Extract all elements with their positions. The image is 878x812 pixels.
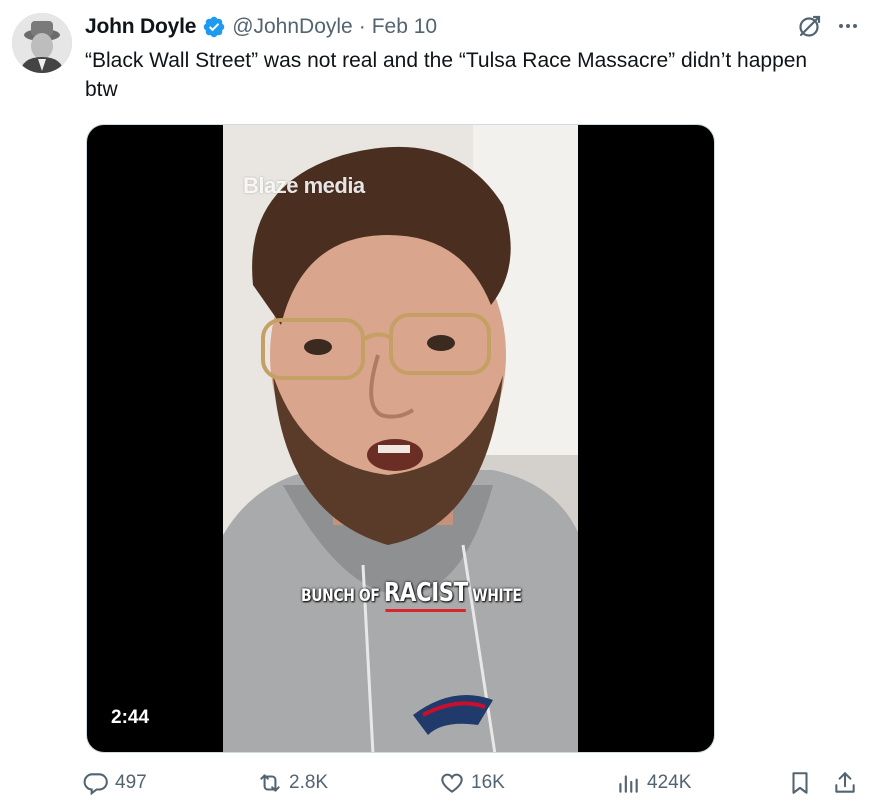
heart-icon <box>441 773 463 793</box>
video-player[interactable]: Blaze media BUNCH OF RACIST WHITE 2:44 <box>86 124 715 753</box>
reply-count: 497 <box>115 772 147 793</box>
share-icon <box>835 772 855 793</box>
video-watermark: Blaze media <box>243 173 365 198</box>
like-count: 16K <box>471 772 505 793</box>
views-button[interactable]: 424K <box>615 770 691 796</box>
video-still <box>223 125 578 752</box>
video-frame: Blaze media BUNCH OF RACIST WHITE <box>223 125 578 752</box>
views-count: 424K <box>647 772 692 793</box>
grok-icon[interactable] <box>796 12 824 40</box>
video-caption: BUNCH OF RACIST WHITE <box>301 578 522 608</box>
repost-button[interactable]: 2.8K <box>257 770 328 796</box>
reply-icon <box>83 773 108 796</box>
tweet-text: “Black Wall Street” was not real and the… <box>85 49 808 101</box>
tweet-header: John Doyle @JohnDoyle · Feb 10 <box>85 12 437 42</box>
reply-button[interactable]: 497 <box>83 770 147 796</box>
author-name[interactable]: John Doyle <box>85 15 196 39</box>
more-icon[interactable] <box>836 14 860 38</box>
caption-part-2: RACIST <box>383 578 468 608</box>
repost-icon <box>260 774 280 792</box>
tweet-date[interactable]: Feb 10 <box>372 15 437 39</box>
views-icon <box>619 775 638 793</box>
video-duration: 2:44 <box>103 705 158 731</box>
separator-dot: · <box>358 15 366 38</box>
action-bar: 497 2.8K 16K 424K <box>80 770 862 804</box>
bookmark-button[interactable] <box>787 770 813 796</box>
verified-badge-icon <box>202 15 226 39</box>
avatar-image <box>12 13 72 73</box>
caption-part-1: BUNCH OF <box>301 586 384 606</box>
repost-count: 2.8K <box>289 772 329 793</box>
share-button[interactable] <box>832 770 858 796</box>
like-button[interactable]: 16K <box>439 770 505 796</box>
bookmark-icon <box>792 772 808 794</box>
caption-part-3: WHITE <box>467 586 522 606</box>
avatar[interactable] <box>12 13 72 73</box>
author-handle[interactable]: @JohnDoyle <box>232 15 353 39</box>
top-actions <box>796 12 860 40</box>
